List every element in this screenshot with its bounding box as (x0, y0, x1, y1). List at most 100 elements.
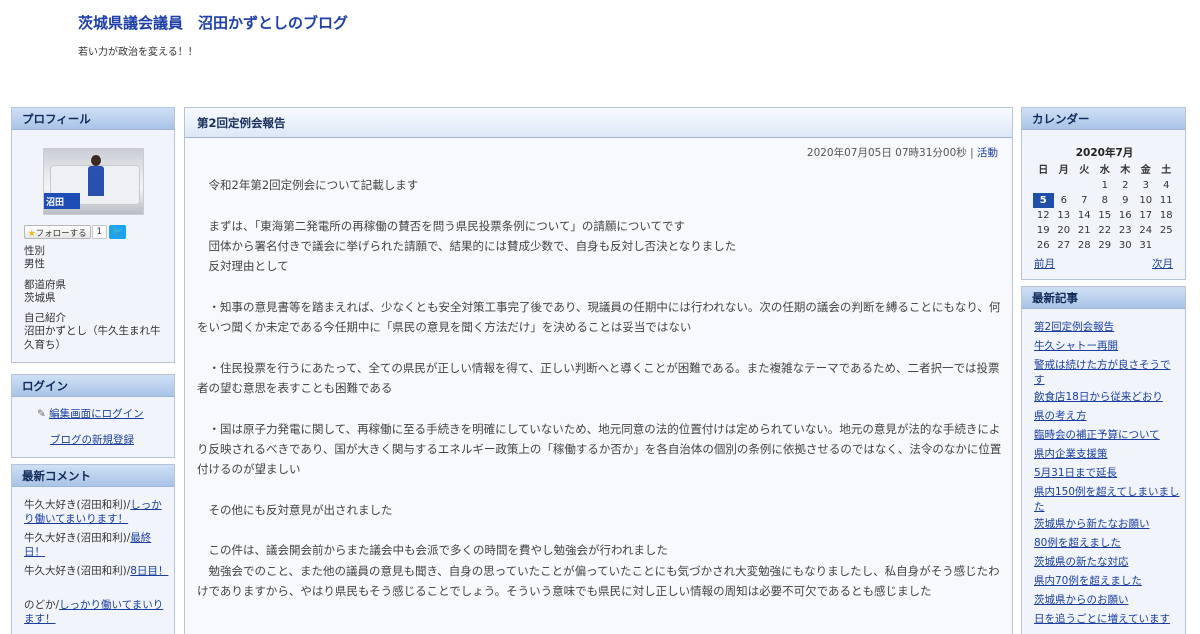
calendar-grid: 日月火水木金土 1 2 3 4 5 6 7 8 9 10 11 12 13 14 15 16 17 18 19 20 21… (1033, 163, 1177, 253)
recent-post-link[interactable]: 県内70例を超えました (1034, 574, 1180, 589)
profile-value-prefecture: 茨城県 (24, 292, 56, 304)
photo-sign: 沼田 (44, 193, 80, 209)
profile-value-gender: 男性 (24, 258, 45, 270)
calendar-day: 23 (1118, 225, 1132, 236)
recent-post-link[interactable]: 臨時会の補正予算について (1034, 428, 1180, 443)
calendar-day: 21 (1077, 225, 1091, 236)
recent-post-link[interactable]: 茨城県からのお願い (1034, 593, 1180, 608)
entry-paragraph: その他にも反対意見が出されました (208, 502, 393, 517)
entry-paragraph: ・国は原子力発電に関して、再稼働に至る手続きを明確にしていないため、地元同意の法… (197, 421, 1002, 477)
calendar-heading: カレンダー (1022, 108, 1185, 130)
follow-row: ★フォローする 1 🐦 (24, 225, 127, 240)
recent-post-link[interactable]: 飲食店18日から従来どおり (1034, 390, 1180, 405)
entry-paragraph: 反対理由として (208, 259, 289, 274)
comment-item: 牛久大好き(沼田和利)/8日目！ (24, 565, 169, 577)
calendar-day: 18 (1159, 210, 1173, 221)
calendar-week-row: 26 27 28 29 30 31 (1033, 238, 1177, 253)
calendar-next-link[interactable]: 次月 (1152, 256, 1173, 271)
recent-post-link[interactable]: 県内150例を超えてしまいました (1034, 485, 1180, 515)
calendar-weekday: 火 (1079, 165, 1090, 176)
entry-paragraph (197, 337, 1005, 357)
calendar-day: 31 (1139, 240, 1153, 251)
calendar-prev-link[interactable]: 前月 (1034, 256, 1055, 271)
calendar-day[interactable]: 5 (1033, 193, 1054, 208)
recent-post-link[interactable]: 茨城県の新たな対応 (1034, 555, 1180, 570)
entry-datetime: 2020年07月05日 07時31分00秒 (806, 147, 967, 159)
person-shape (88, 155, 104, 205)
calendar-day: 7 (1081, 195, 1088, 206)
calendar-empty-day (1074, 178, 1095, 193)
twitter-icon[interactable]: 🐦 (109, 225, 127, 239)
recent-post-link[interactable]: 県の考え方 (1034, 409, 1180, 424)
profile-value-intro: 沼田かずとし（牛久生まれ牛久育ち） (24, 325, 161, 351)
comment-item: 牛久大好き(沼田和利)/最終日！ (24, 532, 152, 558)
calendar-day: 17 (1139, 210, 1153, 221)
calendar-day: 16 (1118, 210, 1132, 221)
profile-label-intro: 自己紹介 (24, 312, 66, 324)
calendar-day: 27 (1057, 240, 1071, 251)
entry-body: 令和2年第2回定例会について記載します まずは、「東海第二発電所の再稼働の賛否を… (197, 175, 1005, 601)
calendar-empty-day (1156, 238, 1177, 253)
recent-posts-box: 最新記事 第2回定例会報告 牛久シャトー再開警戒は続けた方が良さそうです飲食店18… (1021, 286, 1186, 634)
comment-link[interactable]: 8日目！ (130, 565, 168, 577)
blog-title[interactable]: 茨城県議会議員 沼田かずとしのブログ (78, 12, 348, 33)
blog-header: 茨城県議会議員 沼田かずとしのブログ 若い力が政治を変える！！ (0, 0, 1200, 100)
entry-title[interactable]: 第2回定例会報告 (185, 108, 1012, 138)
calendar-weekday-row: 日月火水木金土 (1033, 163, 1177, 178)
recent-post-link[interactable]: 警戒は続けた方が良さそうです (1034, 358, 1180, 388)
calendar-day: 22 (1098, 225, 1112, 236)
comment-item: 牛久大好き(沼田和利)/しっかり働いてまいります！ (24, 499, 162, 525)
follow-button[interactable]: ★フォローする (24, 225, 91, 239)
calendar-day: 3 (1142, 180, 1149, 191)
entry-paragraph (197, 276, 1005, 296)
recent-post-link[interactable]: 県内企業支援策 (1034, 447, 1180, 462)
calendar-day: 9 (1122, 195, 1129, 206)
calendar-weekday: 木 (1120, 165, 1131, 176)
calendar-day: 28 (1077, 240, 1091, 251)
profile-heading: プロフィール (12, 108, 174, 130)
recent-post-link[interactable]: 80例を超えました (1034, 536, 1180, 551)
calendar-month: 2020年7月 (1075, 147, 1134, 159)
follow-count: 1 (91, 225, 108, 239)
calendar-day: 19 (1036, 225, 1050, 236)
profile-label-prefecture: 都道府県 (24, 279, 66, 291)
entry-paragraph: 団体から署名付きで議会に挙げられた請願で、結果的には賛成少数で、自身も反対し否決… (208, 238, 737, 253)
calendar-week-row: 19 20 21 22 23 24 25 (1033, 223, 1177, 238)
recent-post-link[interactable]: 日を追うごとに増えています (1034, 612, 1180, 627)
register-link[interactable]: ブログの新規登録 (50, 432, 134, 447)
calendar-empty-day (1054, 178, 1075, 193)
calendar-day: 6 (1060, 195, 1067, 206)
entry-paragraph (197, 195, 1005, 215)
calendar-week-row: 1 2 3 4 (1033, 178, 1177, 193)
calendar-week-row: 5 6 7 8 9 10 11 (1033, 193, 1177, 208)
entry-paragraph (197, 479, 1005, 499)
calendar-day: 26 (1036, 240, 1050, 251)
login-heading: ログイン (12, 375, 174, 397)
recent-post-link[interactable]: 牛久シャトー再開 (1034, 339, 1180, 354)
calendar-weekday: 水 (1099, 165, 1110, 176)
blog-description: 若い力が政治を変える！！ (78, 47, 198, 58)
recent-heading: 最新記事 (1022, 287, 1185, 309)
pencil-icon: ✎ (37, 408, 46, 420)
entry-paragraph (197, 398, 1005, 418)
entry-paragraph: ・知事の意見書等を踏まえれば、少なくとも安全対策工事完了後であり、現議員の任期中… (197, 299, 1001, 335)
entry-box: 第2回定例会報告 2020年07月05日 07時31分00秒 | 活動 令和2年… (184, 107, 1013, 634)
profile-photo[interactable]: 沼田 (43, 148, 144, 215)
comments-heading: 最新コメント (12, 465, 174, 487)
meta-separator: | (970, 147, 974, 159)
recent-post-link[interactable]: 茨城県から新たなお願い (1034, 517, 1180, 532)
calendar-box: カレンダー 2020年7月 日月火水木金土 1 2 3 4 5 6 7 8 9 10 11 12 13 14… (1021, 107, 1186, 280)
calendar-week-row: 12 13 14 15 16 17 18 (1033, 208, 1177, 223)
recent-post-link[interactable]: 5月31日まで延長 (1034, 466, 1180, 481)
entry-paragraph (197, 520, 1005, 540)
entry-paragraph: 令和2年第2回定例会について記載します (208, 178, 419, 192)
calendar-day: 2 (1122, 180, 1129, 191)
login-edit-link[interactable]: 編集画面にログイン (49, 408, 144, 420)
calendar-day: 13 (1057, 210, 1071, 221)
recent-post-link[interactable]: 第2回定例会報告 (1034, 320, 1180, 335)
entry-category-link[interactable]: 活動 (977, 147, 998, 159)
calendar-day: 29 (1098, 240, 1112, 251)
calendar-weekday: 金 (1140, 165, 1151, 176)
star-icon: ★ (28, 229, 36, 239)
calendar-day: 15 (1098, 210, 1112, 221)
